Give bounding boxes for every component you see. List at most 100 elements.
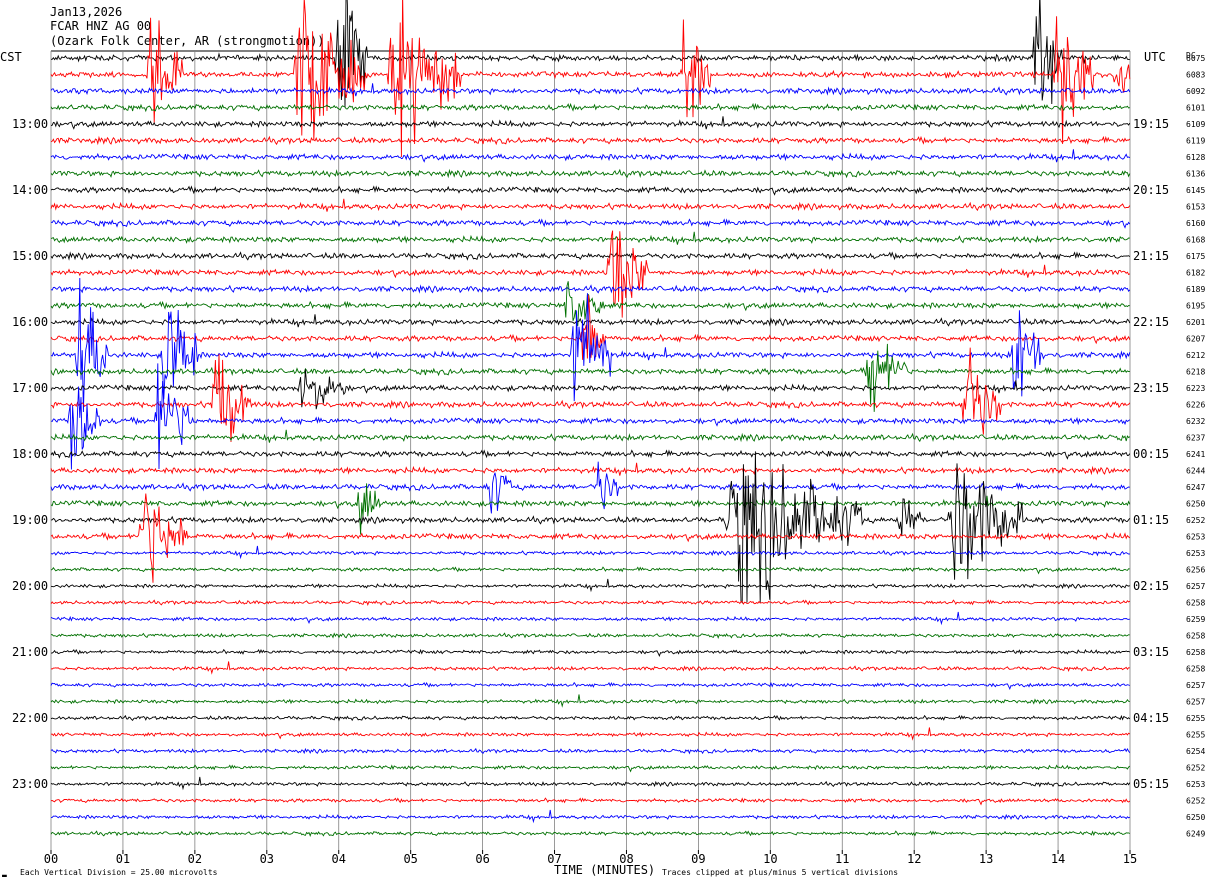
dc-offset-label: 6258 (1186, 648, 1205, 657)
dc-offset-label: 6092 (1186, 87, 1205, 96)
header-date: Jan13,2026 (50, 5, 122, 19)
dc-offset-label: 6256 (1186, 566, 1205, 575)
dc-offset-label: 6109 (1186, 120, 1205, 129)
trace-line-27 (50, 483, 1131, 535)
dc-offset-label: 6075 (1186, 54, 1205, 63)
dc-offset-label: 6257 (1186, 582, 1205, 591)
trace-line-33 (50, 599, 1131, 606)
dc-offset-label: 6249 (1186, 830, 1205, 839)
x-tick-label: 00 (44, 852, 58, 866)
right-time-labels: 19:15 20:15 21:15 22:15 23:15 00:15 01:15 02:15… (1133, 117, 1169, 791)
right-time-label: 02:15 (1133, 579, 1169, 593)
dc-offset-label: 6237 (1186, 434, 1205, 443)
x-tick-label: 03 (260, 852, 274, 866)
trace-line-23 (50, 429, 1131, 443)
footer-corner-mark: ▬ (2, 871, 7, 880)
trace-line-42 (50, 747, 1131, 755)
trace-line-28 (50, 451, 1131, 604)
trace-line-36 (50, 648, 1131, 657)
x-tick-label: 15 (1123, 852, 1137, 866)
dc-offset-label: 6244 (1186, 467, 1205, 476)
right-time-label: 23:15 (1133, 381, 1169, 395)
dc-offset-label: 6189 (1186, 285, 1205, 294)
trace-line-3 (50, 102, 1130, 113)
dc-offset-labels: 6075 6083 6092 6101 6109 6119 6128 6136 6145 6153… (1186, 54, 1205, 839)
header-location: (Ozark Folk Center, AR (strongmotion)) (50, 34, 325, 48)
dc-offset-label: 6258 (1186, 632, 1205, 641)
trace-line-41 (50, 727, 1131, 741)
left-time-label: 20:00 (12, 579, 48, 593)
x-tick-label: 02 (188, 852, 202, 866)
dc-offset-label: 6250 (1186, 813, 1205, 822)
left-time-label: 22:00 (12, 711, 48, 725)
dc-offset-label: 6201 (1186, 318, 1205, 327)
dc-offset-label: 6252 (1186, 764, 1205, 773)
trace-line-32 (50, 578, 1130, 593)
helicorder-chart: Jan13,2026 FCAR HNZ AG 00 (Ozark Folk Ce… (0, 0, 1205, 880)
left-time-label: 17:00 (12, 381, 48, 395)
trace-line-38 (50, 681, 1130, 690)
dc-offset-label: 6253 (1186, 549, 1205, 558)
left-time-label: 23:00 (12, 777, 48, 791)
trace-line-39 (50, 694, 1130, 708)
trace-line-7 (50, 168, 1131, 179)
trace-line-11 (50, 231, 1130, 245)
trace-line-9 (50, 198, 1131, 212)
dc-offset-label: 6232 (1186, 417, 1205, 426)
right-time-label: 05:15 (1133, 777, 1169, 791)
dc-offset-label: 6212 (1186, 351, 1205, 360)
right-time-label: 19:15 (1133, 117, 1169, 131)
footer-clip-note: Traces clipped at plus/minus 5 vertical … (662, 868, 898, 877)
dc-offset-label: 6195 (1186, 302, 1205, 311)
x-tick-label: 04 (332, 852, 346, 866)
footer-scale-note: Each Vertical Division = 25.00 microvolt… (20, 868, 218, 877)
dc-offset-label: 6252 (1186, 797, 1205, 806)
dc-offset-label: 6168 (1186, 236, 1205, 245)
header-station: FCAR HNZ AG 00 (50, 19, 151, 33)
trace-line-43 (50, 764, 1131, 773)
trace-line-15 (50, 281, 1130, 326)
left-zone-label: CST (0, 50, 22, 64)
seismic-traces (50, 0, 1131, 837)
x-tick-label: 11 (835, 852, 849, 866)
dc-offset-label: 6258 (1186, 599, 1205, 608)
left-time-label: 18:00 (12, 447, 48, 461)
x-tick-label: 09 (691, 852, 705, 866)
trace-line-45 (50, 797, 1131, 806)
left-time-label: 16:00 (12, 315, 48, 329)
dc-offset-label: 6257 (1186, 698, 1205, 707)
dc-offset-label: 6241 (1186, 450, 1205, 459)
trace-line-1 (50, 0, 1131, 158)
trace-line-8 (50, 185, 1131, 196)
trace-line-44 (50, 776, 1131, 791)
dc-offset-label: 6253 (1186, 780, 1205, 789)
trace-line-12 (50, 251, 1131, 261)
x-tick-label: 06 (475, 852, 489, 866)
x-tick-label: 01 (116, 852, 130, 866)
dc-offset-label: 6128 (1186, 153, 1205, 162)
dc-offset-label: 6145 (1186, 186, 1205, 195)
left-time-label: 21:00 (12, 645, 48, 659)
trace-line-5 (50, 135, 1131, 146)
x-axis-title: TIME (MINUTES) (554, 863, 655, 877)
trace-line-40 (50, 714, 1131, 722)
trace-line-2 (50, 83, 1131, 97)
right-time-label: 01:15 (1133, 513, 1169, 527)
x-tick-label: 13 (979, 852, 993, 866)
dc-offset-label: 6136 (1186, 170, 1205, 179)
trace-line-4 (50, 116, 1131, 130)
dc-offset-label: 6255 (1186, 731, 1205, 740)
dc-offset-label: 6259 (1186, 615, 1205, 624)
right-time-label: 20:15 (1133, 183, 1169, 197)
dc-offset-label: 6182 (1186, 269, 1205, 278)
left-time-label: 15:00 (12, 249, 48, 263)
right-time-label: 00:15 (1133, 447, 1169, 461)
left-time-label: 14:00 (12, 183, 48, 197)
trace-line-46 (51, 809, 1131, 824)
dc-offset-label: 6207 (1186, 335, 1205, 344)
right-zone-label: UTC (1144, 50, 1166, 64)
dc-offset-label: 6119 (1186, 137, 1205, 146)
x-tick-label: 05 (403, 852, 417, 866)
right-time-label: 22:15 (1133, 315, 1169, 329)
trace-line-6 (50, 149, 1131, 163)
